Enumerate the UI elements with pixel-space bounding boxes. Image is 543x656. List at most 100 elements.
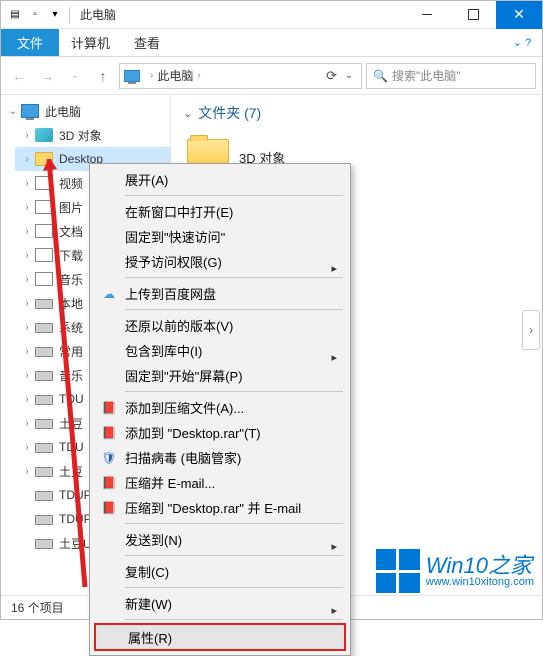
chevron-icon[interactable] [21, 274, 33, 285]
menu-item-icon: 📕 [101, 425, 117, 441]
chevron-icon[interactable] [21, 466, 33, 477]
window-title: 此电脑 [76, 6, 116, 23]
this-pc-icon [21, 104, 39, 118]
address-dropdown-icon[interactable]: ⌄ [341, 70, 357, 81]
menu-item-label: 固定到"开始"屏幕(P) [125, 366, 243, 385]
chevron-icon[interactable] [21, 418, 33, 429]
tree-item-label: 土豆 [59, 415, 83, 432]
qat-icon-2[interactable]: ▾ [47, 7, 63, 23]
chevron-icon[interactable] [21, 394, 33, 405]
pic-icon [35, 200, 53, 214]
menu-item[interactable]: 新建(W) [93, 591, 347, 616]
tree-root-label: 此电脑 [45, 103, 81, 120]
menu-item[interactable]: 📕添加到压缩文件(A)... [93, 395, 347, 420]
drive-icon [35, 299, 53, 309]
tree-item-label: 图片 [59, 199, 83, 216]
chevron-icon[interactable] [21, 442, 33, 453]
menu-item-label: 复制(C) [125, 562, 169, 581]
cube-icon [35, 128, 53, 142]
menu-item[interactable]: 还原以前的版本(V) [93, 313, 347, 338]
menu-item[interactable]: 📕 压缩到 "Desktop.rar" 并 E-mail [93, 495, 347, 520]
tree-item-label: 音乐 [59, 271, 83, 288]
window-controls: ✕ [404, 1, 542, 29]
menu-item[interactable]: 复制(C) [93, 559, 347, 584]
chevron-icon[interactable] [21, 130, 33, 141]
tree-root-this-pc[interactable]: 此电脑 [1, 99, 170, 123]
tab-computer[interactable]: 计算机 [59, 29, 122, 56]
menu-separator [125, 555, 343, 556]
folders-section-header[interactable]: ⌄ 文件夹 (7) [183, 103, 530, 123]
menu-item[interactable]: 📕压缩并 E-mail... [93, 470, 347, 495]
back-button[interactable]: ← [7, 64, 31, 88]
chevron-icon[interactable] [21, 370, 33, 381]
video-icon [35, 176, 53, 190]
forward-button[interactable]: → [35, 64, 59, 88]
music-icon [35, 272, 53, 286]
menu-item-label: 包含到库中(I) [125, 341, 202, 360]
crumb-sep-icon: › [197, 70, 200, 81]
menu-item[interactable]: 📕添加到 "Desktop.rar"(T) [93, 420, 347, 445]
menu-item-label: 展开(A) [125, 170, 168, 189]
file-tab[interactable]: 文件 [1, 29, 59, 56]
navigation-bar: ← → ⌄ ↑ › 此电脑 › ⟳ ⌄ 🔍 搜索"此电脑" [1, 57, 542, 95]
watermark-title: Win10之家 [426, 555, 534, 577]
chevron-icon[interactable] [21, 322, 33, 333]
menu-item-label: 上传到百度网盘 [125, 284, 216, 303]
menu-item-label: 还原以前的版本(V) [125, 316, 233, 335]
menu-item[interactable]: 包含到库中(I) [93, 338, 347, 363]
menu-item-icon: 📕 [101, 500, 117, 516]
maximize-button[interactable] [450, 1, 496, 29]
up-button[interactable]: ↑ [91, 64, 115, 88]
refresh-button[interactable]: ⟳ [326, 68, 337, 84]
menu-item[interactable]: 发送到(N) [93, 527, 347, 552]
menu-item-icon: 📕 [101, 475, 117, 491]
tree-item[interactable]: 3D 对象 [15, 123, 170, 147]
chevron-icon[interactable] [21, 226, 33, 237]
tab-view[interactable]: 查看 [122, 29, 172, 56]
tree-item-label: 土豆 [59, 463, 83, 480]
chevron-icon[interactable] [21, 154, 33, 165]
qat-icon-1[interactable]: ▫ [27, 7, 43, 23]
title-bar: ▤ ▫ ▾ 此电脑 ✕ [1, 1, 542, 29]
search-box[interactable]: 🔍 搜索"此电脑" [366, 63, 536, 89]
menu-item-label: 扫描病毒 (电脑管家) [125, 448, 241, 467]
menu-item[interactable]: 属性(R) [94, 623, 346, 651]
menu-separator [125, 587, 343, 588]
chevron-down-icon[interactable] [7, 106, 19, 117]
menu-item[interactable]: 在新窗口中打开(E) [93, 199, 347, 224]
chevron-icon[interactable] [21, 346, 33, 357]
history-dropdown[interactable]: ⌄ [63, 64, 87, 88]
chevron-icon[interactable] [21, 178, 33, 189]
menu-item[interactable]: ☁ 上传到百度网盘 [93, 281, 347, 306]
chevron-icon[interactable] [21, 298, 33, 309]
drive-icon [35, 515, 53, 525]
ribbon-expand-button[interactable]: ⌄ ? [502, 29, 542, 56]
minimize-button[interactable] [404, 1, 450, 29]
drive-icon [35, 443, 53, 453]
chevron-icon[interactable] [21, 250, 33, 261]
breadcrumb[interactable]: 此电脑 [157, 67, 193, 84]
search-placeholder: 搜索"此电脑" [392, 67, 461, 84]
tree-item-label: 3D 对象 [59, 127, 102, 144]
section-title: 文件夹 (7) [198, 103, 261, 123]
tree-item-label: TDUP [59, 488, 92, 502]
menu-item-label: 压缩到 "Desktop.rar" 并 E-mail [125, 498, 301, 517]
menu-item-label: 发送到(N) [125, 530, 182, 549]
tree-item-label: 视频 [59, 175, 83, 192]
menu-item[interactable]: 授予访问权限(G) [93, 249, 347, 274]
tree-item-label: 常用 [59, 343, 83, 360]
address-bar[interactable]: › 此电脑 › ⟳ ⌄ [119, 63, 362, 89]
menu-item[interactable]: 固定到"快速访问" [93, 224, 347, 249]
menu-item[interactable]: 🛡扫描病毒 (电脑管家) [93, 445, 347, 470]
tree-item-label: 文档 [59, 223, 83, 240]
close-button[interactable]: ✕ [496, 1, 542, 29]
watermark-text: Win10之家 www.win10xitong.com [426, 555, 534, 588]
menu-item[interactable]: 展开(A) [93, 167, 347, 192]
chevron-icon[interactable] [21, 202, 33, 213]
tree-item-label: TDU [59, 392, 84, 406]
menu-item[interactable]: 固定到"开始"屏幕(P) [93, 363, 347, 388]
chevron-down-icon[interactable]: ⌄ [183, 107, 192, 120]
menu-item-icon: ☁ [101, 286, 117, 302]
context-menu[interactable]: 展开(A) 在新窗口中打开(E)固定到"快速访问"授予访问权限(G) ☁ 上传到百度网… [89, 163, 351, 656]
scroll-right-button[interactable]: › [522, 310, 540, 350]
